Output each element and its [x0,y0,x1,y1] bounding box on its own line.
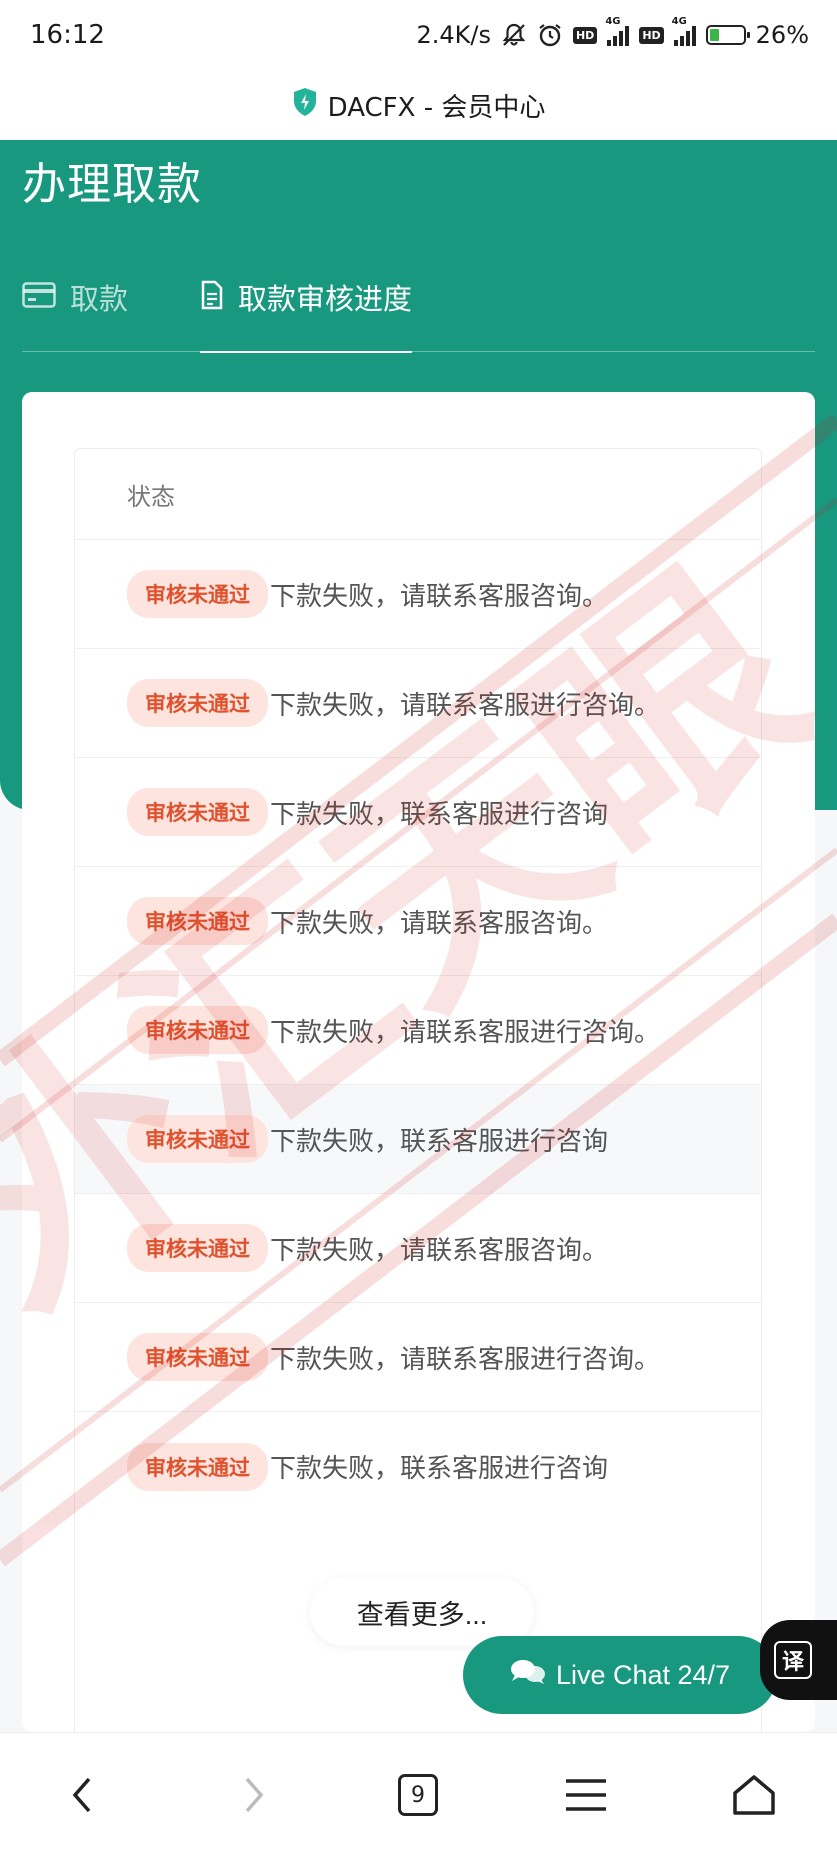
row-message: 下款失败，请联系客服进行咨询。 [270,1344,661,1375]
tab-withdraw-label: 取款 [70,282,129,316]
list-header-status: 状态 [75,449,761,540]
tab-withdraw-progress[interactable]: 取款审核进度 [200,270,413,353]
chevron-right-icon [245,1777,264,1813]
hd-badge-1: HD [572,26,598,44]
row-message: 下款失败，联系客服进行咨询 [270,799,609,830]
content-card: 状态 审核未通过 下款失败，请联系客服咨询。 审核未通过 下款失败，请联系客服进… [22,392,815,1732]
tab-count: 9 [398,1774,438,1816]
url-bar[interactable]: DACFX - 会员中心 [0,70,837,140]
status-time: 16:12 [30,20,105,50]
table-row: 审核未通过 下款失败，请联系客服咨询。 [75,540,761,649]
status-badge: 审核未通过 [127,1224,268,1272]
status-badge: 审核未通过 [127,788,268,836]
live-chat-label: Live Chat 24/7 [555,1659,731,1690]
status-badge: 审核未通过 [127,570,268,618]
chevron-left-icon [72,1777,91,1813]
table-row: 审核未通过 下款失败，联系客服进行咨询 [75,1412,761,1521]
page-title: 办理取款 [22,159,202,210]
browser-bottom-nav: 9 [0,1732,837,1859]
alarm-icon [537,22,563,48]
signal-icon-2: 4G [672,16,696,46]
battery-percent: 26% [755,21,809,49]
card-icon [22,276,56,315]
shield-icon [292,87,318,124]
tab-bar: 取款 取款审核进度 [22,270,815,353]
status-bar: 16:12 2.4K/s HD 4G HD 4G 26% [0,0,837,70]
status-badge: 审核未通过 [127,1442,268,1491]
row-message: 下款失败，请联系客服进行咨询。 [270,1017,661,1048]
translate-button[interactable]: 译 [760,1620,837,1700]
translate-icon: 译 [774,1641,812,1679]
table-row: 审核未通过 下款失败，请联系客服进行咨询。 [75,976,761,1085]
net-speed: 2.4K/s [416,21,491,49]
status-badge: 审核未通过 [127,1006,268,1054]
mute-bell-icon [501,22,527,48]
chat-bubbles-icon [510,1658,546,1693]
tab-withdraw[interactable]: 取款 [22,270,128,352]
home-icon [733,1775,775,1815]
status-badge: 审核未通过 [127,1333,268,1381]
menu-button[interactable] [546,1755,626,1835]
table-row: 审核未通过 下款失败，请联系客服咨询。 [75,1194,761,1303]
row-message: 下款失败，请联系客服咨询。 [270,581,609,612]
tab-progress-label: 取款审核进度 [238,282,413,316]
live-chat-button[interactable]: Live Chat 24/7 [463,1636,777,1714]
tabs-button[interactable]: 9 [378,1755,458,1835]
status-badge: 审核未通过 [127,1115,268,1163]
table-row: 审核未通过 下款失败，请联系客服进行咨询。 [75,649,761,758]
hamburger-menu-icon [566,1779,606,1811]
status-badge: 审核未通过 [127,679,268,727]
row-message: 下款失败，联系客服进行咨询 [270,1126,609,1157]
battery-icon [705,25,750,45]
row-message: 下款失败，请联系客服进行咨询。 [270,690,661,721]
status-icons: 2.4K/s HD 4G HD 4G 26% [416,16,809,49]
status-list: 状态 审核未通过 下款失败，请联系客服咨询。 审核未通过 下款失败，请联系客服进… [74,448,762,1732]
table-row: 审核未通过 下款失败，请联系客服进行咨询。 [75,1303,761,1412]
hd-badge-2: HD [639,26,664,44]
row-message: 下款失败，联系客服进行咨询 [270,1454,609,1484]
row-message: 下款失败，请联系客服咨询。 [270,908,609,939]
site-title: DACFX - 会员中心 [327,92,546,123]
document-icon [200,276,224,317]
back-button[interactable] [42,1755,122,1835]
status-badge: 审核未通过 [127,897,268,945]
table-row: 审核未通过 下款失败，联系客服进行咨询 [75,758,761,867]
forward-button[interactable] [214,1755,294,1835]
table-row: 审核未通过 下款失败，联系客服进行咨询 [75,1085,761,1194]
table-row: 审核未通过 下款失败，请联系客服咨询。 [75,867,761,976]
signal-icon-1: 4G [605,16,630,46]
row-message: 下款失败，请联系客服咨询。 [270,1235,609,1266]
home-button[interactable] [714,1755,794,1835]
